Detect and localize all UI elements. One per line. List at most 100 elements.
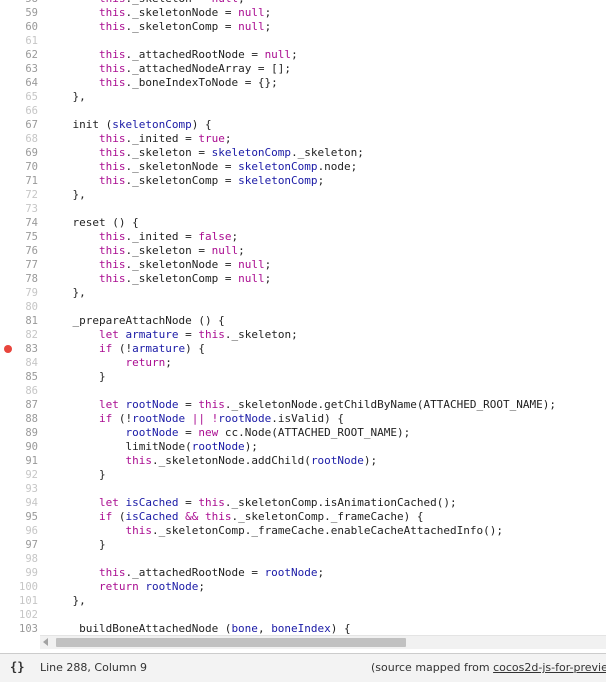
line-number[interactable]: 102 [0,608,38,622]
source-map-link[interactable]: cocos2d-js-for-preview [493,661,606,674]
line-number[interactable]: 95 [0,510,38,524]
code-line[interactable]: 96 this._skeletonComp._frameCache.enable… [0,524,606,538]
line-number[interactable]: 70 [0,160,38,174]
code-line[interactable]: 60 this._skeletonComp = null; [0,20,606,34]
code-line[interactable]: 69 this._skeleton = skeletonComp._skelet… [0,146,606,160]
code-line[interactable]: 66 [0,104,606,118]
code-line[interactable]: 77 this._skeletonNode = null; [0,258,606,272]
code-line[interactable]: 63 this._attachedNodeArray = []; [0,62,606,76]
line-number[interactable]: 89 [0,426,38,440]
code-line[interactable]: 99 this._attachedRootNode = rootNode; [0,566,606,580]
line-number[interactable]: 91 [0,454,38,468]
code-line[interactable]: 82 let armature = this._skeleton; [0,328,606,342]
code-line[interactable]: 80 [0,300,606,314]
line-number[interactable]: 62 [0,48,38,62]
line-number[interactable]: 71 [0,174,38,188]
line-number[interactable]: 79 [0,286,38,300]
scrollbar-thumb[interactable] [56,638,406,647]
line-number[interactable]: 99 [0,566,38,580]
line-number[interactable]: 96 [0,524,38,538]
line-number[interactable]: 97 [0,538,38,552]
line-number[interactable]: 76 [0,244,38,258]
horizontal-scrollbar[interactable] [40,635,606,649]
code-line[interactable]: 61 [0,34,606,48]
line-number[interactable]: 77 [0,258,38,272]
code-line[interactable]: 79 }, [0,286,606,300]
line-number[interactable]: 60 [0,20,38,34]
line-number[interactable]: 63 [0,62,38,76]
scroll-left-icon[interactable] [43,638,48,646]
code-line[interactable]: 73 [0,202,606,216]
line-number[interactable]: 80 [0,300,38,314]
code-line[interactable]: 97 } [0,538,606,552]
code-text: if (!armature) { [46,342,205,356]
code-line[interactable]: 67 init (skeletonComp) { [0,118,606,132]
code-line[interactable]: 87 let rootNode = this._skeletonNode.get… [0,398,606,412]
code-line[interactable]: 94 let isCached = this._skeletonComp.isA… [0,496,606,510]
code-line[interactable]: 86 [0,384,606,398]
code-line[interactable]: 85 } [0,370,606,384]
code-line[interactable]: 64 this._boneIndexToNode = {}; [0,76,606,90]
line-number[interactable]: 61 [0,34,38,48]
code-line[interactable]: 103 _buildBoneAttachedNode (bone, boneIn… [0,622,606,634]
code-line[interactable]: 65 }, [0,90,606,104]
code-editor[interactable]: 58 this._skeleton = null;59 this._skelet… [0,0,606,634]
code-line[interactable]: 90 limitNode(rootNode); [0,440,606,454]
code-line[interactable]: 100 return rootNode; [0,580,606,594]
line-number[interactable]: 103 [0,622,38,634]
line-number[interactable]: 67 [0,118,38,132]
line-number[interactable]: 59 [0,6,38,20]
line-number[interactable]: 92 [0,468,38,482]
code-line[interactable]: 78 this._skeletonComp = null; [0,272,606,286]
line-number[interactable]: 72 [0,188,38,202]
code-token: this [98,48,126,61]
line-number[interactable]: 101 [0,594,38,608]
code-line[interactable]: 70 this._skeletonNode = skeletonComp.nod… [0,160,606,174]
code-line[interactable]: 74 reset () { [0,216,606,230]
line-number[interactable]: 98 [0,552,38,566]
code-line[interactable]: 71 this._skeletonComp = skeletonComp; [0,174,606,188]
line-number[interactable]: 64 [0,76,38,90]
code-line[interactable]: 88 if (!rootNode || !rootNode.isValid) { [0,412,606,426]
line-number[interactable]: 75 [0,230,38,244]
code-line[interactable]: 81 _prepareAttachNode () { [0,314,606,328]
code-line[interactable]: 92 } [0,468,606,482]
line-number[interactable]: 86 [0,384,38,398]
code-line[interactable]: 68 this._inited = true; [0,132,606,146]
line-number[interactable]: 100 [0,580,38,594]
pretty-print-icon[interactable]: {} [10,660,24,674]
code-line[interactable]: 98 [0,552,606,566]
line-number[interactable]: 94 [0,496,38,510]
code-line[interactable]: 72 }, [0,188,606,202]
line-number[interactable]: 82 [0,328,38,342]
line-number[interactable]: 88 [0,412,38,426]
line-number[interactable]: 74 [0,216,38,230]
code-line[interactable]: 89 rootNode = new cc.Node(ATTACHED_ROOT_… [0,426,606,440]
code-line[interactable]: 91 this._skeletonNode.addChild(rootNode)… [0,454,606,468]
line-number[interactable]: 66 [0,104,38,118]
line-number[interactable]: 85 [0,370,38,384]
code-line[interactable]: 59 this._skeletonNode = null; [0,6,606,20]
code-token: skeletonComp [238,174,318,187]
code-line[interactable]: 101 }, [0,594,606,608]
code-line[interactable]: 75 this._inited = false; [0,230,606,244]
line-number[interactable]: 84 [0,356,38,370]
line-number[interactable]: 78 [0,272,38,286]
code-line[interactable]: 95 if (isCached && this._skeletonComp._f… [0,510,606,524]
code-line[interactable]: 84 return; [0,356,606,370]
code-line[interactable]: 62 this._attachedRootNode = null; [0,48,606,62]
bottom-blank [0,682,606,699]
line-number[interactable]: 65 [0,90,38,104]
code-line[interactable]: 83 if (!armature) { [0,342,606,356]
line-number[interactable]: 90 [0,440,38,454]
code-line[interactable]: 76 this._skeleton = null; [0,244,606,258]
line-number[interactable]: 73 [0,202,38,216]
code-line[interactable]: 93 [0,482,606,496]
line-number[interactable]: 93 [0,482,38,496]
line-number[interactable]: 68 [0,132,38,146]
breakpoint-icon[interactable] [4,345,12,353]
code-line[interactable]: 102 [0,608,606,622]
line-number[interactable]: 87 [0,398,38,412]
line-number[interactable]: 69 [0,146,38,160]
line-number[interactable]: 81 [0,314,38,328]
